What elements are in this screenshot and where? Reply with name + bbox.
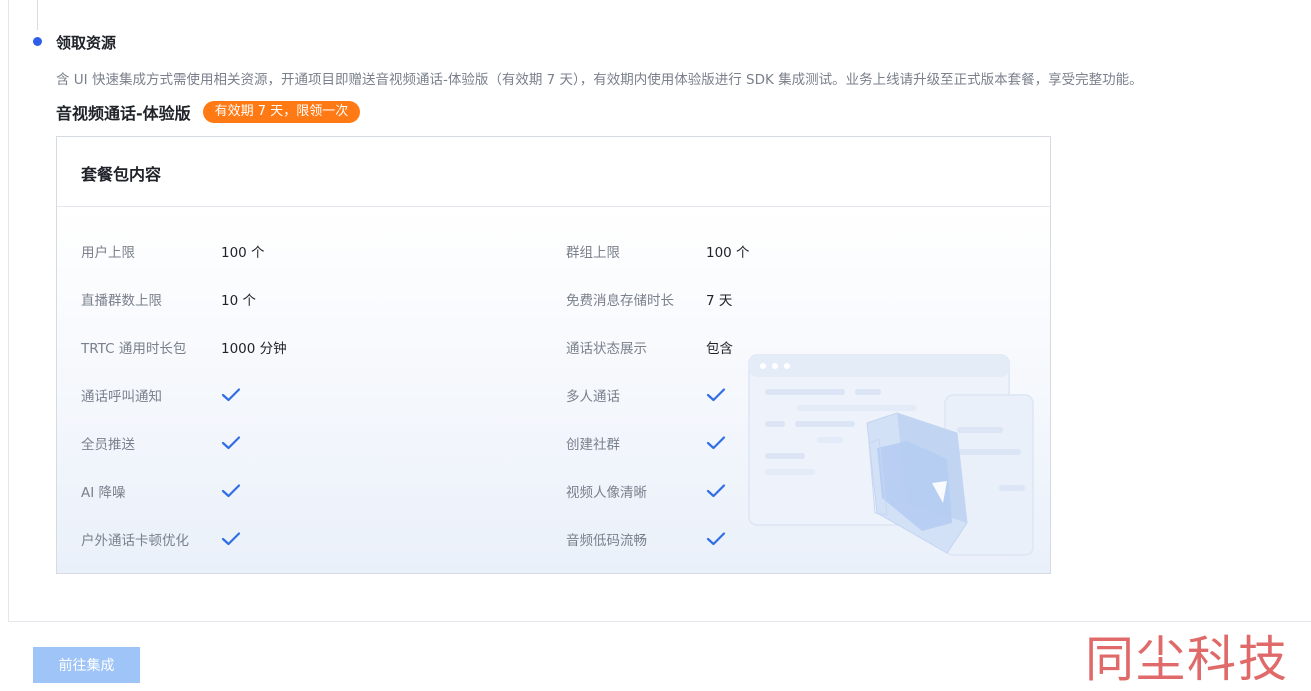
package-title: 音视频通话-体验版 [56, 104, 191, 123]
feature-label: 视频人像清晰 [566, 485, 647, 501]
feature-value: 包含 [706, 341, 733, 357]
step-dot-icon [33, 37, 42, 46]
feature-label: 创建社群 [566, 437, 620, 453]
feature-item: 用户上限 100 个 [81, 241, 521, 261]
feature-item: 通话状态展示 包含 [566, 337, 1006, 357]
step-connector [37, 0, 38, 30]
feature-value: 7 天 [706, 293, 733, 309]
feature-label: 音频低码流畅 [566, 533, 647, 549]
check-icon [706, 532, 726, 546]
check-icon [706, 436, 726, 450]
feature-label: 户外通话卡顿优化 [81, 533, 189, 549]
feature-label: 通话呼叫通知 [81, 389, 162, 405]
validity-badge: 有效期 7 天，限领一次 [202, 101, 361, 123]
feature-label: 通话状态展示 [566, 341, 647, 357]
feature-item: TRTC 通用时长包 1000 分钟 [81, 337, 521, 357]
feature-label: 全员推送 [81, 437, 135, 453]
feature-item: AI 降噪 [81, 481, 521, 501]
section-title: 领取资源 [56, 34, 117, 52]
feature-label: 多人通话 [566, 389, 620, 405]
check-icon [221, 532, 241, 546]
feature-label: AI 降噪 [81, 485, 126, 501]
feature-item: 户外通话卡顿优化 [81, 529, 521, 549]
section-description: 含 UI 快速集成方式需使用相关资源，开通项目即赠送音视频通话-体验版（有效期 … [56, 72, 1143, 88]
package-content-card: 套餐包内容 用户上限 100 个群组上限 100 个直播群数上限 10 个 免费… [56, 136, 1051, 574]
feature-value: 1000 分钟 [221, 341, 287, 357]
feature-item: 直播群数上限 10 个 [81, 289, 521, 309]
card-header: 套餐包内容 [57, 137, 1050, 207]
feature-item: 视频人像清晰 [566, 481, 1006, 501]
feature-label: 用户上限 [81, 245, 135, 261]
feature-label: 直播群数上限 [81, 293, 162, 309]
feature-item: 音频低码流畅 [566, 529, 1006, 549]
feature-item: 多人通话 [566, 385, 1006, 405]
check-icon [221, 388, 241, 402]
feature-label: 群组上限 [566, 245, 620, 261]
feature-value: 100 个 [706, 245, 750, 261]
feature-item: 创建社群 [566, 433, 1006, 453]
feature-label: 免费消息存储时长 [566, 293, 674, 309]
package-header: 音视频通话-体验版 有效期 7 天，限领一次 [56, 100, 361, 124]
check-icon [221, 484, 241, 498]
left-border [8, 0, 9, 622]
check-icon [706, 388, 726, 402]
feature-value: 100 个 [221, 245, 265, 261]
go-integrate-button[interactable]: 前往集成 [33, 647, 140, 683]
feature-label: TRTC 通用时长包 [81, 341, 187, 357]
feature-item: 通话呼叫通知 [81, 385, 521, 405]
feature-item: 群组上限 100 个 [566, 241, 1006, 261]
card-title: 套餐包内容 [81, 165, 162, 184]
feature-item: 全员推送 [81, 433, 521, 453]
check-icon [221, 436, 241, 450]
feature-value: 10 个 [221, 293, 256, 309]
feature-item: 免费消息存储时长 7 天 [566, 289, 1006, 309]
watermark: 同尘科技 [1085, 631, 1290, 688]
check-icon [706, 484, 726, 498]
